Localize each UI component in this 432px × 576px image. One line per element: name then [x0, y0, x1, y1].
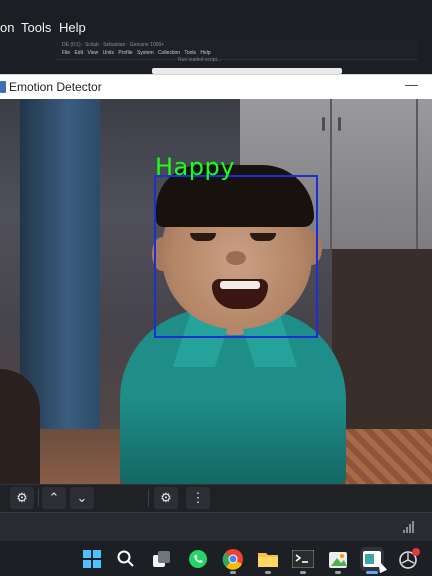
mini-menu-item: Units — [102, 50, 115, 56]
paint-running-indicator — [335, 571, 341, 574]
advanced-settings-icon[interactable]: ⚙ — [154, 487, 178, 509]
terminal-icon[interactable] — [291, 547, 315, 571]
mini-status-text: Run loaded script... — [178, 57, 222, 63]
mini-menu-item: File — [62, 50, 71, 56]
background-shelf — [332, 249, 432, 449]
mini-menu-item: Profile — [118, 50, 133, 56]
background-app-menubar: on Tools Help DE (0:1) · Scilab · Sebast… — [0, 0, 432, 74]
app-icon — [0, 81, 6, 93]
mini-window-title: DE (0:1) · Scilab · Sebastian · Genuine … — [62, 42, 165, 48]
signal-strength-icon — [403, 521, 417, 533]
background-mini-window: DE (0:1) · Scilab · Sebastian · Genuine … — [56, 40, 418, 60]
whatsapp-icon[interactable] — [186, 547, 210, 571]
emotion-detector-window: Emotion Detector — Happy — [0, 74, 432, 485]
settings-gear-icon[interactable]: ⚙ — [10, 487, 34, 509]
taskbar — [0, 540, 432, 576]
status-bar — [0, 512, 432, 540]
chrome-running-indicator — [230, 571, 236, 574]
task-view-icon[interactable] — [150, 547, 174, 571]
mini-menu-item: System Collection — [136, 50, 180, 56]
start-icon[interactable] — [80, 547, 104, 571]
chevron-up-icon[interactable]: ⌃ — [42, 487, 66, 509]
explorer-running-indicator — [265, 571, 271, 574]
minimize-button[interactable]: — — [405, 77, 418, 92]
face-detection-box — [154, 175, 318, 338]
chrome-icon[interactable] — [221, 547, 245, 571]
mini-menu-item: Tools — [184, 50, 196, 56]
mini-window-menu: File Edit View Units Profile System Coll… — [62, 50, 211, 56]
chevron-down-icon[interactable]: ⌄ — [70, 487, 94, 509]
terminal-running-indicator — [300, 571, 306, 574]
more-options-icon[interactable]: ⋮ — [186, 487, 210, 509]
menu-item-help[interactable]: Help — [59, 20, 86, 35]
menu-item-tools[interactable]: Tools — [21, 20, 51, 35]
mini-menu-item: Help — [200, 50, 211, 56]
window-title: Emotion Detector — [9, 80, 102, 94]
camera-feed: Happy — [0, 99, 432, 485]
window-titlebar[interactable]: Emotion Detector — — [0, 75, 432, 99]
extra-app-icon[interactable] — [397, 547, 421, 571]
active-app-indicator — [366, 571, 378, 574]
file-explorer-icon[interactable] — [256, 547, 280, 571]
emotion-label: Happy — [155, 153, 235, 181]
paint-icon[interactable] — [326, 547, 350, 571]
menu-item-partial[interactable]: on — [0, 20, 14, 35]
mini-menu-item: View — [87, 50, 99, 56]
search-icon[interactable] — [114, 547, 138, 571]
bottom-toolbar: ⚙ ⌃ ⌄ ⚙ ⋮ — [0, 484, 432, 512]
mini-menu-item: Edit — [74, 50, 84, 56]
